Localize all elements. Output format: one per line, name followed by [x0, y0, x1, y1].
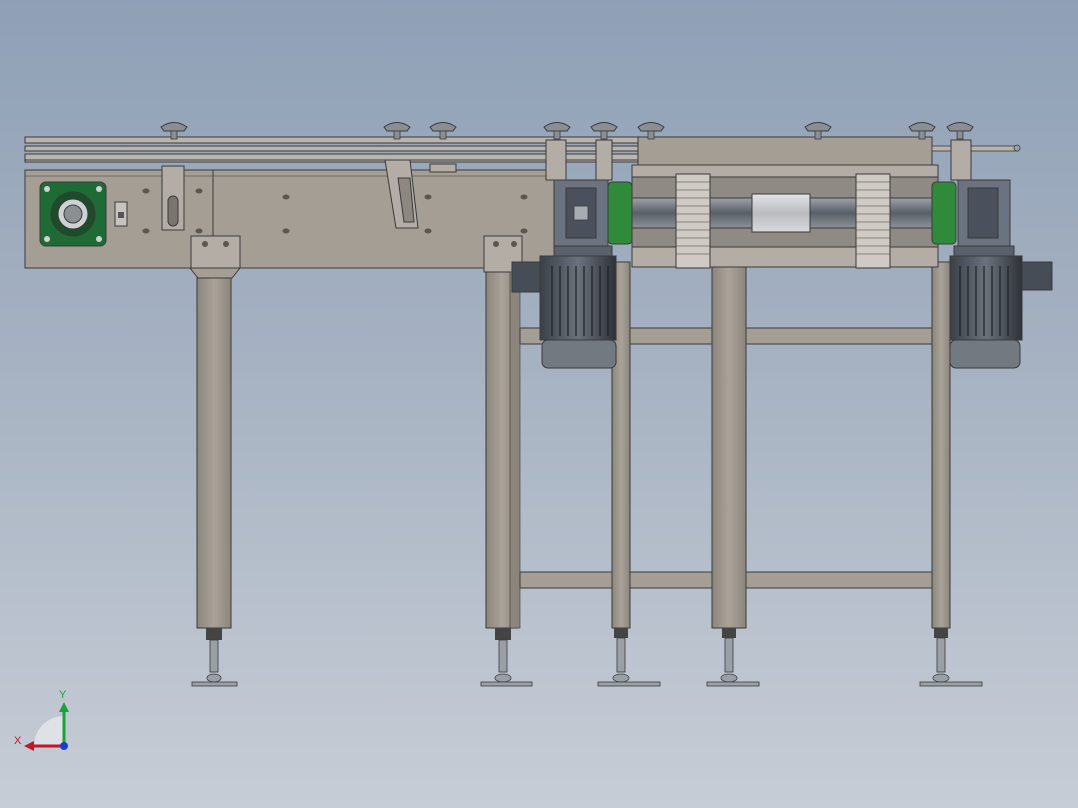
left-leg-2 — [480, 235, 533, 687]
axis-triad: X Y — [14, 689, 69, 751]
adjustment-knob — [946, 122, 974, 140]
gearbox-right — [953, 179, 1015, 259]
gearbox-left — [553, 179, 613, 259]
gear-left — [675, 173, 711, 269]
x-axis-arrowhead — [24, 741, 34, 751]
y-axis-arrowhead — [59, 702, 69, 712]
left-leg-1 — [188, 235, 242, 687]
z-axis-marker — [60, 742, 68, 750]
cad-viewport[interactable]: X Y — [0, 0, 1078, 808]
y-axis-label: Y — [59, 689, 67, 701]
x-axis-label: X — [14, 735, 22, 747]
motor-left — [511, 255, 617, 369]
gear-right — [855, 173, 891, 269]
motor-right — [949, 255, 1053, 369]
conveyor-assembly-drawing: X Y — [14, 122, 1053, 751]
